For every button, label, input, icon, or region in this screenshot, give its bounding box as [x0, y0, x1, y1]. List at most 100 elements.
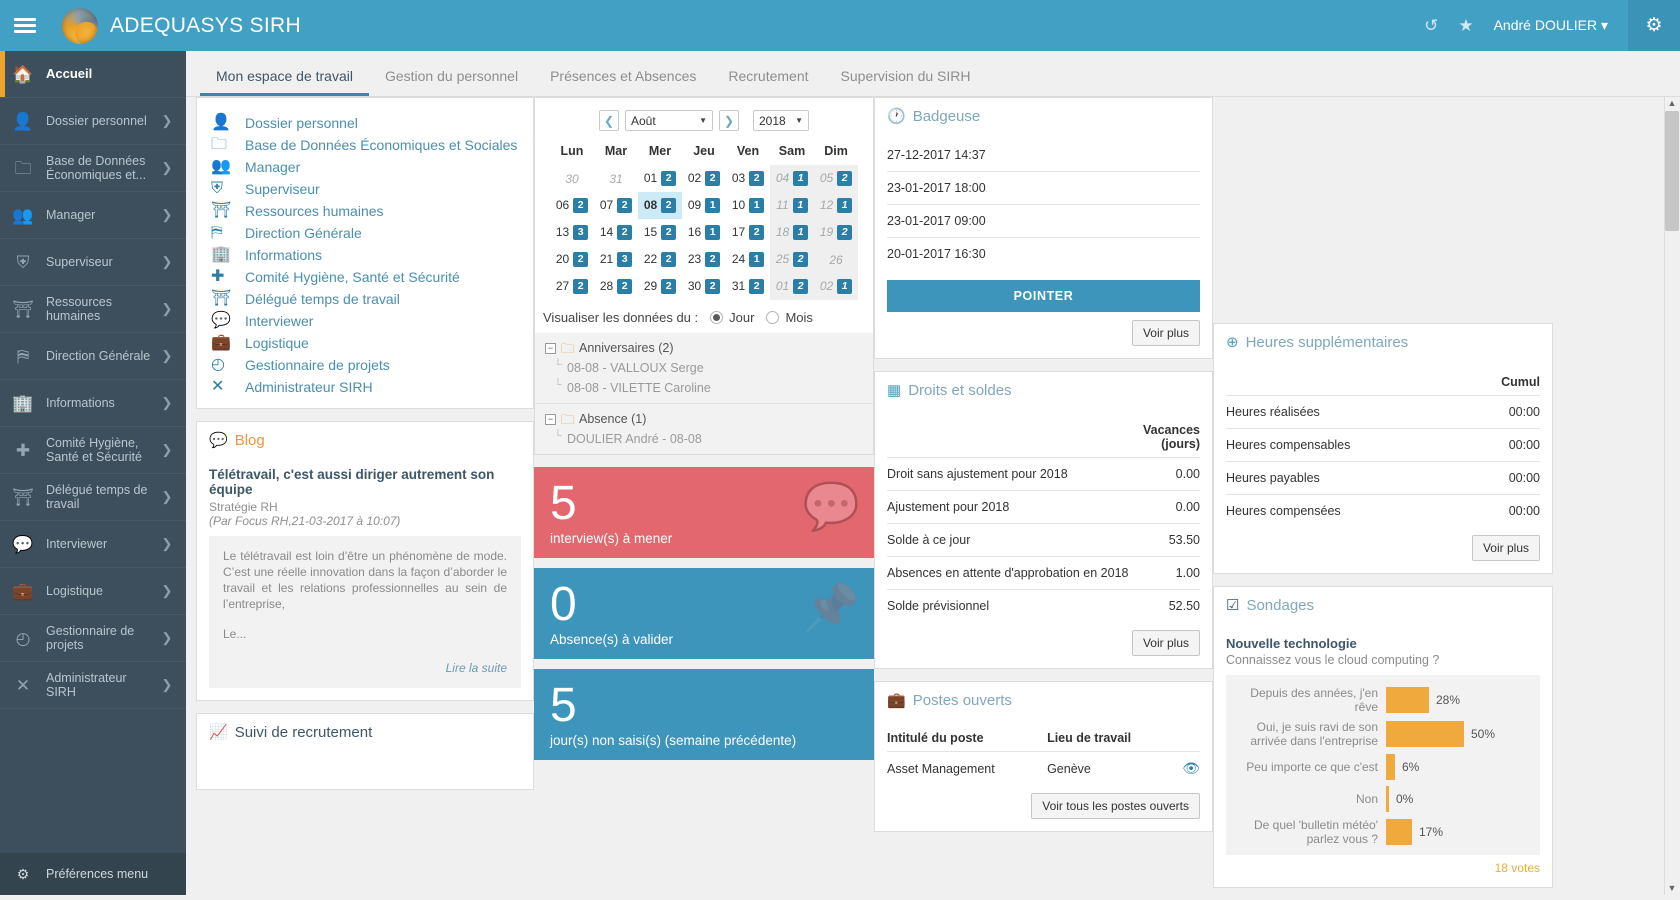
calendar-day-cell[interactable]: 08 2	[638, 192, 682, 219]
shortcut-base-de-donn-es-conomiques-et-sociales[interactable]: 🗀 Base de Données Économiques et Sociales	[197, 134, 533, 156]
favorites-star-icon[interactable]: ★	[1458, 17, 1473, 34]
calendar-day-cell[interactable]: 25 2	[770, 246, 814, 273]
scrollbar-thumb[interactable]	[1665, 111, 1679, 231]
sidebar-item-direction-g-n-rale[interactable]: ⛿ Direction Générale ❯	[0, 333, 186, 380]
calendar-day-cell[interactable]: 24 1	[726, 246, 770, 273]
event-group-header[interactable]: − 🗀 Anniversaires (2)	[545, 341, 863, 355]
calendar-day-cell[interactable]: 31 2	[726, 273, 770, 300]
sidebar-item-ressources-humaines[interactable]: ⛩ Ressources humaines ❯	[0, 286, 186, 333]
sidebar-item-d-l-gu-temps-de-travail[interactable]: ⛩ Délégué temps de travail ❯	[0, 474, 186, 521]
calendar-day-cell[interactable]: 05 2	[814, 165, 858, 192]
heures-more-button[interactable]: Voir plus	[1471, 535, 1540, 561]
pointer-button[interactable]: POINTER	[887, 280, 1200, 312]
kpi-tile[interactable]: 0 Absence(s) à valider 📌	[534, 568, 874, 659]
droits-more-button[interactable]: Voir plus	[1131, 630, 1200, 656]
menu-toggle-button[interactable]	[0, 0, 50, 51]
calendar-day-cell[interactable]: 31	[594, 165, 638, 192]
sidebar-item-preferences[interactable]: ⚙ Préférences menu	[0, 853, 186, 895]
shortcut-dossier-personnel[interactable]: 👤 Dossier personnel	[197, 112, 533, 134]
calendar-day-cell[interactable]: 18 1	[770, 219, 814, 246]
calendar-day-cell[interactable]: 22 2	[638, 246, 682, 273]
calendar-day-cell[interactable]: 19 2	[814, 219, 858, 246]
calendar-day-cell[interactable]: 01 2	[770, 273, 814, 300]
postes-all-button[interactable]: Voir tous les postes ouverts	[1031, 793, 1200, 819]
radio-day[interactable]	[710, 311, 724, 324]
calendar-day-cell[interactable]: 29 2	[638, 273, 682, 300]
kpi-tile[interactable]: 5 jour(s) non saisi(s) (semaine précédent…	[534, 669, 874, 760]
calendar-day-cell[interactable]: 17 2	[726, 219, 770, 246]
shortcut-logistique[interactable]: 💼 Logistique	[197, 332, 533, 354]
calendar-day-cell[interactable]: 30	[550, 165, 594, 192]
collapse-toggle-icon[interactable]: −	[545, 413, 556, 425]
calendar-day-cell[interactable]: 03 2	[726, 165, 770, 192]
event-item[interactable]: 08-08 - VALLOUX Serge	[545, 355, 863, 375]
shortcut-interviewer[interactable]: 💬 Interviewer	[197, 310, 533, 332]
calendar-day-cell[interactable]: 09 1	[682, 192, 726, 219]
settings-gear-icon[interactable]: ⚙	[1628, 0, 1680, 51]
calendar-day-cell[interactable]: 12 1	[814, 192, 858, 219]
calendar-day-cell[interactable]: 07 2	[594, 192, 638, 219]
calendar-next-button[interactable]: ❯	[719, 110, 739, 131]
calendar-day-cell[interactable]: 11 1	[770, 192, 814, 219]
shortcut-administrateur-sirh[interactable]: ✕ Administrateur SIRH	[197, 376, 533, 398]
calendar-day-cell[interactable]: 01 2	[638, 165, 682, 192]
tab-recrutement[interactable]: Recrutement	[712, 60, 824, 96]
sidebar-item-informations[interactable]: 🏢 Informations ❯	[0, 380, 186, 427]
eye-icon[interactable]: 👁	[1182, 760, 1200, 776]
calendar-day-cell[interactable]: 10 1	[726, 192, 770, 219]
page-scrollbar[interactable]: ▲ ▼	[1664, 97, 1680, 895]
calendar-day-cell[interactable]: 30 2	[682, 273, 726, 300]
event-item[interactable]: 08-08 - VILETTE Caroline	[545, 375, 863, 395]
calendar-day-cell[interactable]: 21 3	[594, 246, 638, 273]
calendar-day-cell[interactable]: 27 2	[550, 273, 594, 300]
history-icon[interactable]: ↺	[1424, 17, 1438, 34]
sidebar-item-administrateur-sirh[interactable]: ✕ Administrateur SIRH ❯	[0, 662, 186, 709]
calendar-month-select[interactable]: Août ▼	[625, 110, 713, 131]
scroll-up-arrow[interactable]: ▲	[1665, 97, 1679, 110]
event-item[interactable]: DOULIER André - 08-08	[545, 426, 863, 446]
user-menu[interactable]: André DOULIER ▾	[1494, 17, 1608, 34]
sidebar-item-superviseur[interactable]: ⛨ Superviseur ❯	[0, 239, 186, 286]
calendar-day-cell[interactable]: 06 2	[550, 192, 594, 219]
kpi-tile[interactable]: 5 interview(s) à mener 💬	[534, 467, 874, 558]
calendar-day-cell[interactable]: 16 1	[682, 219, 726, 246]
calendar-day-cell[interactable]: 23 2	[682, 246, 726, 273]
sidebar-item-base-de-donn-es-conomiques-et[interactable]: 🗀 Base de Données Économiques et... ❯	[0, 145, 186, 192]
calendar-day-cell[interactable]: 15 2	[638, 219, 682, 246]
calendar-day-cell[interactable]: 14 2	[594, 219, 638, 246]
event-group-header[interactable]: − 🗀 Absence (1)	[545, 412, 863, 426]
calendar-prev-button[interactable]: ❮	[599, 110, 619, 131]
tab-gestion-du-personnel[interactable]: Gestion du personnel	[369, 60, 534, 96]
shortcut-superviseur[interactable]: ⛨ Superviseur	[197, 178, 533, 200]
sidebar-item-interviewer[interactable]: 💬 Interviewer ❯	[0, 521, 186, 568]
collapse-toggle-icon[interactable]: −	[545, 342, 556, 354]
calendar-day-cell[interactable]: 26	[814, 246, 858, 273]
tab-supervision-du-sirh[interactable]: Supervision du SIRH	[825, 60, 987, 96]
sidebar-item-gestionnaire-de-projets[interactable]: ◴ Gestionnaire de projets ❯	[0, 615, 186, 662]
shortcut-ressources-humaines[interactable]: ⛩ Ressources humaines	[197, 200, 533, 222]
shortcut-manager[interactable]: 👥 Manager	[197, 156, 533, 178]
calendar-day-cell[interactable]: 20 2	[550, 246, 594, 273]
calendar-day-cell[interactable]: 02 1	[814, 273, 858, 300]
shortcut-informations[interactable]: 🏢 Informations	[197, 244, 533, 266]
calendar-day-cell[interactable]: 02 2	[682, 165, 726, 192]
shortcut-d-l-gu-temps-de-travail[interactable]: ⛩ Délégué temps de travail	[197, 288, 533, 310]
sidebar-item-accueil[interactable]: 🏠 Accueil	[0, 51, 186, 98]
blog-read-more-link[interactable]: Lire la suite	[223, 642, 507, 676]
calendar-year-select[interactable]: 2018 ▼	[753, 110, 809, 131]
tab-pr-sences-et-absences[interactable]: Présences et Absences	[534, 60, 712, 96]
tab-mon-espace-de-travail[interactable]: Mon espace de travail	[200, 60, 369, 96]
shortcut-comit-hygi-ne-sant-et-s-curit[interactable]: ✚ Comité Hygiène, Santé et Sécurité	[197, 266, 533, 288]
sidebar-item-comit-hygi-ne-sant-et-s-curit[interactable]: ✚ Comité Hygiène, Santé et Sécurité ❯	[0, 427, 186, 474]
sidebar-item-logistique[interactable]: 💼 Logistique ❯	[0, 568, 186, 615]
badgeuse-more-button[interactable]: Voir plus	[1131, 320, 1200, 346]
shortcut-direction-g-n-rale[interactable]: ⛿ Direction Générale	[197, 222, 533, 244]
shortcut-gestionnaire-de-projets[interactable]: ◴ Gestionnaire de projets	[197, 354, 533, 376]
calendar-day-cell[interactable]: 04 1	[770, 165, 814, 192]
scroll-down-arrow[interactable]: ▼	[1665, 882, 1679, 895]
calendar-day-cell[interactable]: 28 2	[594, 273, 638, 300]
sidebar-item-manager[interactable]: 👥 Manager ❯	[0, 192, 186, 239]
radio-month[interactable]	[766, 311, 780, 324]
sidebar-item-dossier-personnel[interactable]: 👤 Dossier personnel ❯	[0, 98, 186, 145]
calendar-day-cell[interactable]: 13 3	[550, 219, 594, 246]
